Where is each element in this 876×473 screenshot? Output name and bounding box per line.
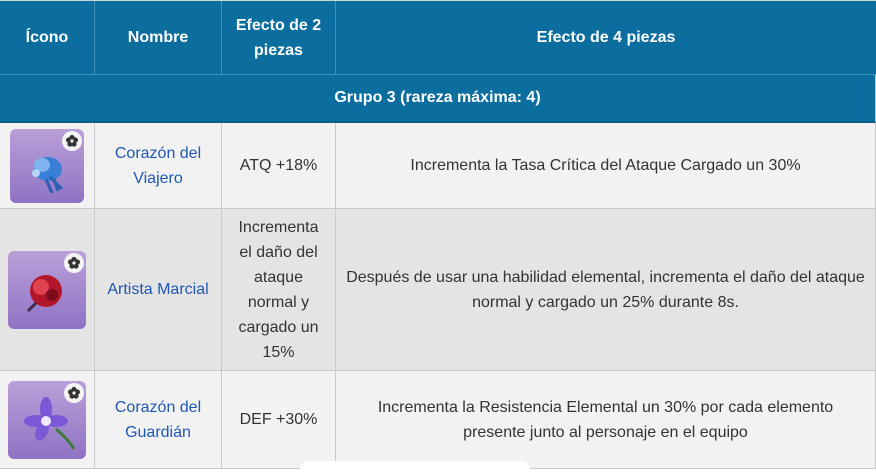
set-name-link[interactable]: Corazón del Guardián: [95, 371, 222, 469]
table-row-icon-cell: [0, 371, 95, 469]
table-row-icon-cell: [0, 209, 95, 371]
set-name-link[interactable]: Corazón del Viajero: [95, 123, 222, 209]
set-badge-icon: [62, 130, 82, 151]
header-four-piece: Efecto de 4 piezas: [336, 1, 876, 75]
header-name: Nombre: [95, 1, 222, 75]
header-icon: Ícono: [0, 1, 95, 75]
red-flower-icon[interactable]: [8, 250, 86, 329]
four-piece-effect: Después de usar una habilidad elemental,…: [336, 209, 876, 371]
purple-flower-icon[interactable]: [8, 380, 86, 459]
two-piece-effect: ATQ +18%: [222, 123, 336, 209]
artifact-set-table: Ícono Nombre Efecto de 2 piezas Efecto d…: [0, 0, 876, 473]
two-piece-effect: Incrementa el daño del ataque normal y c…: [222, 209, 336, 371]
set-name-link[interactable]: Artista Marcial: [95, 209, 222, 371]
four-piece-effect: Incrementa la Tasa Crítica del Ataque Ca…: [336, 123, 876, 209]
group-heading: Grupo 3 (rareza máxima: 4): [0, 75, 876, 123]
four-piece-effect: Incrementa la Resistencia Elemental un 3…: [336, 371, 876, 469]
blue-flower-feather-icon[interactable]: [10, 128, 84, 203]
overlay-fragment: [300, 461, 530, 473]
header-two-piece: Efecto de 2 piezas: [222, 1, 336, 75]
table-row-icon-cell: [0, 123, 95, 209]
set-badge-icon: [64, 382, 84, 403]
set-badge-icon: [64, 252, 84, 273]
two-piece-effect: DEF +30%: [222, 371, 336, 469]
